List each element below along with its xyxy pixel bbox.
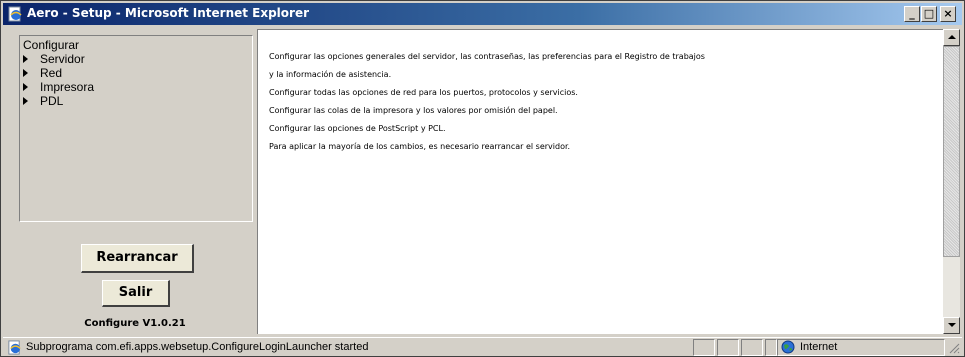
status-cell — [765, 339, 777, 356]
security-zone: Internet — [800, 341, 838, 353]
tree-item-label: PDL — [40, 94, 64, 108]
description-line: Configurar las opciones generales del se… — [269, 52, 705, 61]
expand-arrow-icon — [23, 82, 28, 91]
maximize-button[interactable]: □ — [921, 6, 937, 22]
title-bar[interactable]: Aero - Setup - Microsoft Internet Explor… — [3, 3, 962, 25]
status-text: Subprograma com.efi.apps.websetup.Config… — [26, 341, 369, 353]
tree-item-label: Red — [40, 66, 63, 80]
tree-item-impresora[interactable]: Impresora — [23, 80, 94, 94]
vertical-scrollbar[interactable] — [943, 29, 960, 334]
tree-item-servidor[interactable]: Servidor — [23, 52, 85, 66]
arrow-down-icon — [948, 323, 956, 327]
scroll-down-button[interactable] — [943, 317, 960, 334]
minimize-button[interactable]: _ — [904, 6, 920, 22]
ie-page-icon — [8, 340, 21, 355]
expand-arrow-icon — [23, 54, 28, 63]
ie-page-icon — [8, 6, 22, 22]
status-cell — [693, 339, 715, 356]
description-line: Para aplicar la mayoría de los cambios, … — [269, 142, 571, 151]
globe-icon — [781, 340, 795, 354]
expand-arrow-icon — [23, 96, 28, 105]
tree-root-configurar[interactable]: Configurar — [23, 38, 79, 52]
scroll-thumb[interactable] — [943, 46, 960, 257]
tree-item-red[interactable]: Red — [23, 66, 62, 80]
restart-button[interactable]: Rearrancar — [81, 244, 194, 273]
resize-grip-icon[interactable] — [948, 342, 960, 354]
arrow-up-icon — [948, 35, 956, 39]
description-line: y la información de asistencia. — [269, 70, 392, 79]
scroll-up-button[interactable] — [943, 29, 960, 46]
tree-item-label: Servidor — [40, 52, 85, 66]
left-panel: Configurar Servidor Red Impresora PDL Re… — [5, 28, 255, 333]
description-line: Configurar todas las opciones de red par… — [269, 88, 578, 97]
tree-item-label: Impresora — [40, 80, 95, 94]
browser-window: Aero - Setup - Microsoft Internet Explor… — [0, 0, 965, 357]
status-cell — [717, 339, 739, 356]
window-title: Aero - Setup - Microsoft Internet Explor… — [27, 6, 310, 20]
tree-item-pdl[interactable]: PDL — [23, 94, 63, 108]
description-line: Configurar las colas de la impresora y l… — [269, 106, 558, 115]
status-bar: Subprograma com.efi.apps.websetup.Config… — [3, 337, 962, 356]
status-cell — [741, 339, 763, 356]
content-pane: Configurar las opciones generales del se… — [257, 29, 943, 334]
description-line: Configurar las opciones de PostScript y … — [269, 124, 446, 133]
exit-button[interactable]: Salir — [102, 280, 170, 307]
version-label: Configure V1.0.21 — [84, 318, 186, 329]
close-button[interactable]: × — [940, 6, 956, 22]
navigation-tree: Configurar Servidor Red Impresora PDL — [19, 35, 253, 222]
expand-arrow-icon — [23, 68, 28, 77]
